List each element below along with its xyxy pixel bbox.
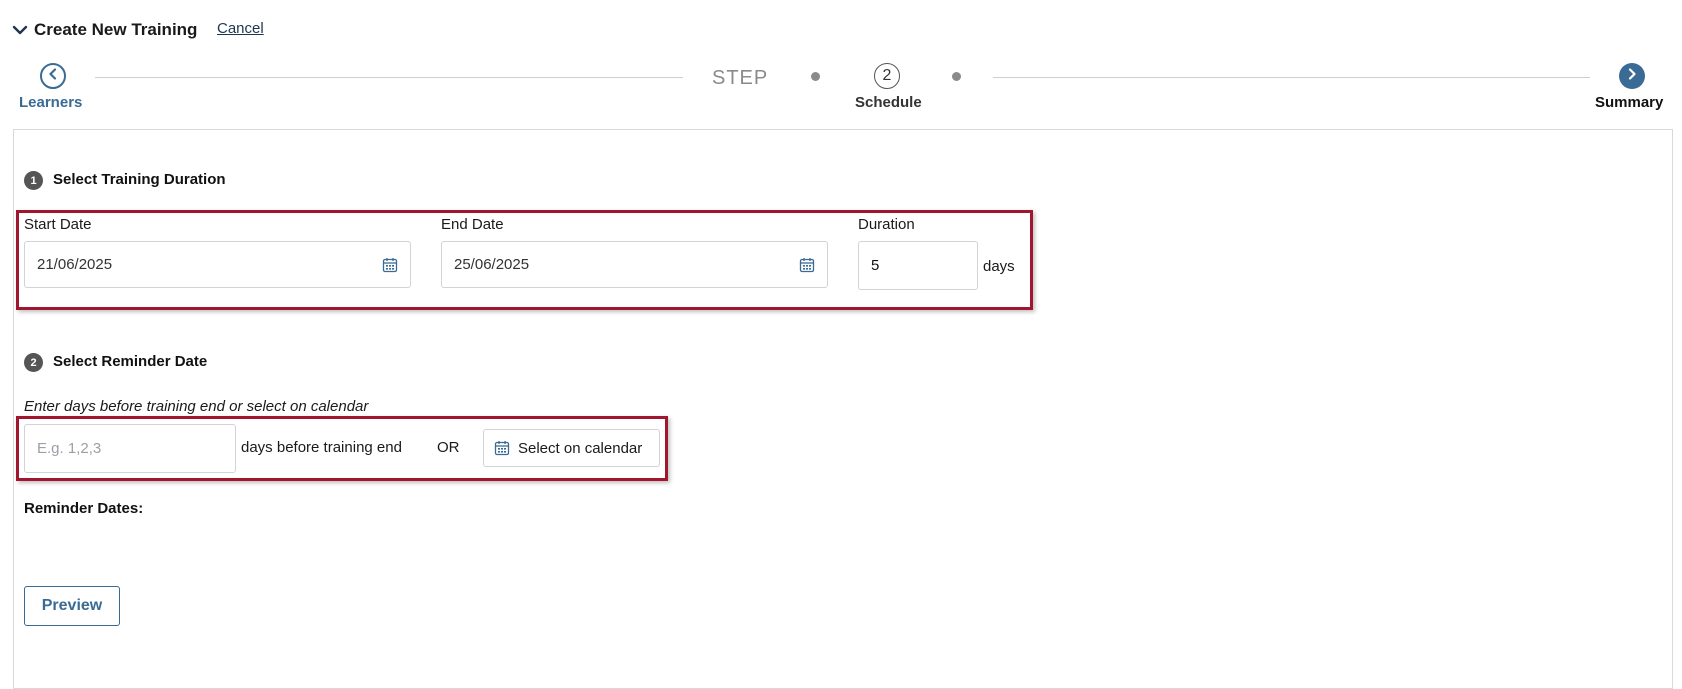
- or-label: OR: [437, 439, 460, 456]
- calendar-icon[interactable]: [799, 257, 815, 273]
- end-date-field[interactable]: 25/06/2025: [441, 241, 828, 288]
- section-number-badge: 2: [24, 353, 43, 372]
- chevron-down-icon: [12, 24, 28, 36]
- step-next-button[interactable]: [1619, 63, 1645, 89]
- select-on-calendar-label: Select on calendar: [518, 439, 643, 457]
- duration-unit: days: [983, 258, 1015, 275]
- stepper-line-left: [95, 77, 683, 78]
- stepper-dot-left: [811, 72, 820, 81]
- chevron-right-icon: [1627, 67, 1637, 85]
- duration-label: Duration: [858, 216, 915, 233]
- preview-button[interactable]: Preview: [24, 586, 120, 626]
- step-number: 2: [882, 67, 892, 84]
- step-current-indicator: 2: [874, 63, 900, 89]
- reminder-hint: Enter days before training end or select…: [24, 398, 369, 415]
- chevron-left-icon: [48, 67, 58, 85]
- step-label-learners[interactable]: Learners: [19, 94, 82, 111]
- step-label-schedule: Schedule: [855, 94, 922, 111]
- page-title: Create New Training: [34, 20, 198, 39]
- reminder-dates-label: Reminder Dates:: [24, 500, 144, 517]
- calendar-icon: [494, 440, 510, 456]
- cancel-link[interactable]: Cancel: [217, 20, 264, 37]
- section-title-reminder: Select Reminder Date: [53, 353, 208, 370]
- step-word: STEP: [712, 67, 769, 89]
- start-date-field[interactable]: 21/06/2025: [24, 241, 411, 288]
- section-title-duration: Select Training Duration: [53, 171, 226, 188]
- section-number-badge: 1: [24, 171, 43, 190]
- reminder-days-input[interactable]: E.g. 1,2,3: [24, 424, 236, 473]
- duration-input[interactable]: 5: [858, 241, 978, 290]
- reminder-days-suffix: days before training end: [241, 439, 402, 456]
- start-date-label: Start Date: [24, 216, 92, 233]
- end-date-label: End Date: [441, 216, 504, 233]
- stepper-dot-right: [952, 72, 961, 81]
- step-prev-button[interactable]: [40, 63, 66, 89]
- step-label-summary[interactable]: Summary: [1595, 94, 1663, 111]
- select-on-calendar-button[interactable]: Select on calendar: [483, 429, 660, 467]
- stepper-line-right: [993, 77, 1590, 78]
- collapse-toggle[interactable]: Create New Training: [12, 20, 197, 40]
- calendar-icon[interactable]: [382, 257, 398, 273]
